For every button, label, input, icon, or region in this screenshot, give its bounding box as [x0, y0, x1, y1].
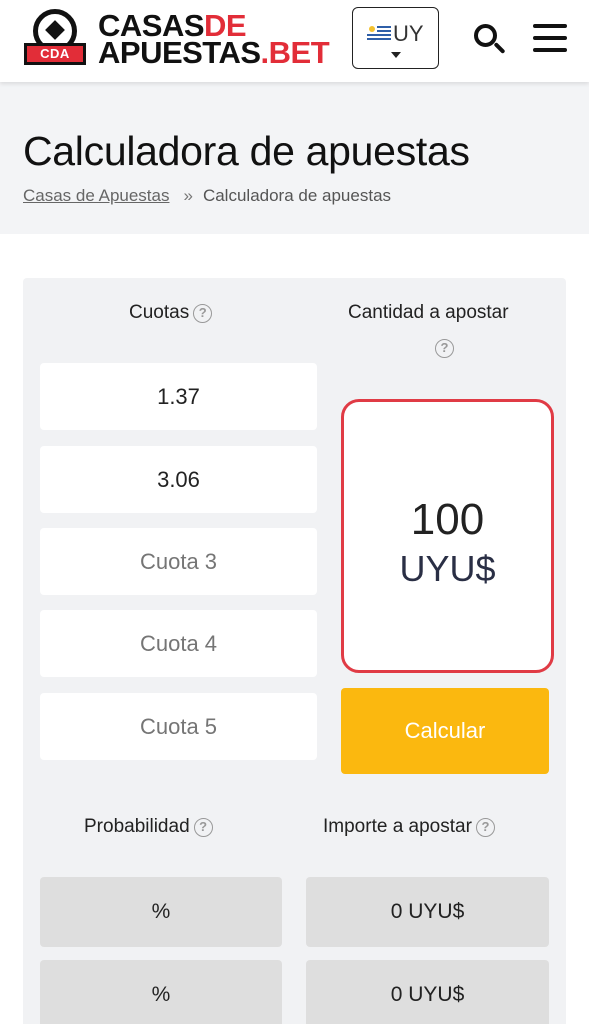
breadcrumb-current: Calculadora de apuestas: [202, 186, 392, 205]
page-title: Calculadora de apuestas: [23, 128, 470, 174]
help-icon[interactable]: ?: [193, 304, 213, 323]
brand-apuestas: APUESTAS: [98, 35, 261, 70]
odd-input-2[interactable]: [40, 446, 317, 513]
stake-input[interactable]: 100 UYU$: [341, 399, 554, 673]
amount-label-text: Importe a apostar: [323, 816, 472, 837]
help-icon[interactable]: ?: [435, 339, 454, 358]
probability-label: Probabilidad?: [84, 816, 213, 838]
breadcrumb-home-link[interactable]: Casas de Apuestas: [23, 186, 169, 205]
stake-label: Cantidad a apostar: [348, 302, 509, 323]
menu-icon[interactable]: [533, 24, 567, 52]
odd-input-3[interactable]: [40, 528, 317, 595]
amount-label: Importe a apostar?: [323, 816, 495, 838]
amount-result: 0 UYU$: [306, 877, 549, 947]
stake-currency: UYU$: [399, 548, 496, 589]
odd-input-1[interactable]: [40, 363, 317, 430]
odds-label: Cuotas?: [129, 302, 213, 324]
probability-result: %: [40, 877, 282, 947]
probability-label-text: Probabilidad: [84, 816, 190, 837]
breadcrumb: Casas de Apuestas » Calculadora de apuesta…: [23, 186, 391, 206]
probability-result: %: [40, 960, 282, 1024]
cda-badge-icon: CDA: [22, 9, 88, 69]
amount-result: 0 UYU$: [306, 960, 549, 1024]
uruguay-flag-icon: [367, 24, 391, 42]
country-code: UY: [393, 21, 424, 46]
breadcrumb-separator: »: [183, 186, 193, 205]
help-icon[interactable]: ?: [193, 818, 213, 837]
odds-label-text: Cuotas: [129, 302, 190, 323]
help-icon[interactable]: ?: [475, 818, 495, 837]
brand-wordmark: CASASDE APUESTAS.BET: [98, 10, 330, 68]
site-header: CDA CASASDE APUESTAS.BET UY: [0, 0, 589, 82]
calculate-button[interactable]: Calcular: [341, 688, 549, 774]
country-selector[interactable]: UY: [352, 7, 439, 69]
stake-amount: 100: [410, 495, 485, 544]
odd-input-4[interactable]: [40, 610, 317, 677]
odd-input-5[interactable]: [40, 693, 317, 760]
site-logo[interactable]: CDA CASASDE APUESTAS.BET: [22, 8, 332, 70]
brand-bet: .BET: [260, 35, 330, 70]
chevron-down-icon: [391, 52, 401, 58]
logo-badge-text: CDA: [24, 43, 86, 65]
search-icon[interactable]: [472, 22, 508, 58]
